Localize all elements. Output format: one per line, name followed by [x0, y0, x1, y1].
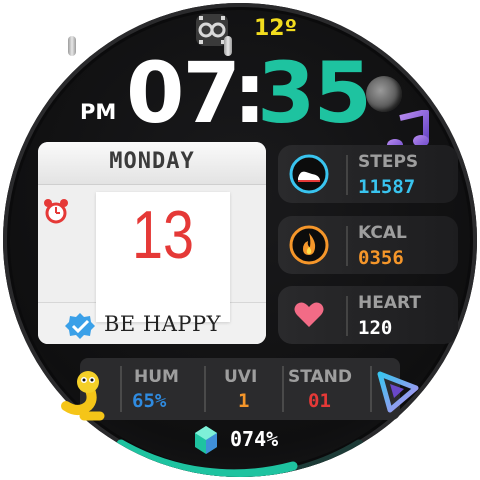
heart-label: HEART	[358, 293, 421, 313]
stand-value: 01	[308, 390, 331, 412]
am-pm-indicator: PM	[80, 100, 117, 124]
kcal-card[interactable]: KCAL 0356	[278, 216, 458, 274]
calendar-ring	[224, 36, 232, 56]
steps-label: STEPS	[358, 152, 419, 172]
uvi-label: UVI	[224, 367, 258, 387]
card-divider	[346, 155, 348, 195]
calendar-message: BE HAPPY	[104, 312, 222, 336]
verified-badge-icon	[65, 313, 95, 339]
steps-value: 11587	[358, 176, 416, 198]
steps-card[interactable]: STEPS 11587	[278, 145, 458, 203]
battery-value: 074%	[230, 427, 279, 451]
bar-divider	[282, 366, 284, 412]
bottom-stats-bar: HUM 65% UVI 1 STAND 01	[80, 358, 400, 420]
kcal-label: KCAL	[358, 223, 407, 243]
temperature: 12º	[254, 16, 298, 41]
worm-icon[interactable]	[58, 366, 118, 424]
heart-card[interactable]: HEART 120	[278, 286, 458, 344]
flame-icon	[289, 225, 329, 265]
bar-divider	[204, 366, 206, 412]
weekday-label: MONDAY	[109, 149, 195, 174]
battery-crystal-icon	[195, 426, 217, 454]
moon-icon[interactable]	[366, 76, 402, 112]
triangle-icon[interactable]	[376, 370, 420, 414]
calendar-ring	[68, 36, 76, 56]
card-divider	[346, 296, 348, 336]
clock-minutes: 35	[257, 44, 372, 142]
calendar-day-number: 13	[131, 197, 195, 273]
stand-label: STAND	[288, 367, 353, 387]
humidity-value: 65%	[132, 390, 167, 412]
humidity-label: HUM	[134, 367, 179, 387]
card-divider	[346, 226, 348, 266]
heart-icon	[294, 302, 324, 327]
kcal-value: 0356	[358, 247, 404, 269]
uvi-value: 1	[238, 390, 250, 412]
bar-divider	[120, 366, 122, 412]
shoe-icon	[289, 154, 329, 194]
bar-divider	[370, 366, 372, 412]
clock-hours: 07	[126, 44, 241, 142]
calendar-header: MONDAY	[38, 142, 266, 185]
heart-value: 120	[358, 317, 393, 339]
alarm-icon[interactable]	[42, 198, 70, 226]
